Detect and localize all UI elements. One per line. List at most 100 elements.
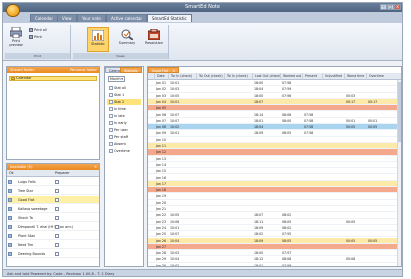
grid-scrollbar[interactable] <box>397 80 401 266</box>
statistic-item-icon <box>109 86 113 90</box>
table-cell: 18:12 <box>254 257 264 262</box>
table-cell <box>302 93 322 99</box>
calendar-item-label: Tree Star <box>18 189 34 193</box>
calendar-item[interactable]: Dimpanell T. else (Hf S. (on arrr.) <box>7 223 99 231</box>
table-cell: Jan 02 <box>156 87 166 92</box>
calendar-checkbox[interactable] <box>55 225 59 229</box>
statistic-item-icon <box>109 128 113 132</box>
table-cell: 00:05 <box>368 238 378 243</box>
statistic-item[interactable]: Overtime <box>107 148 141 154</box>
tab-smarted-statistic[interactable]: SmartEd Statistic <box>147 14 192 22</box>
ribbon-group-views: Statistic Summary Resolution Views <box>73 25 169 59</box>
grid-column-header[interactable]: Tsl Out (check) <box>196 73 224 80</box>
statistic-icon <box>92 30 104 41</box>
table-cell <box>302 187 322 193</box>
table-cell: 10:01 <box>170 225 180 230</box>
grid-column-header[interactable]: Date <box>154 73 168 80</box>
calendar-item[interactable]: Luigu Falls <box>7 178 99 186</box>
grid-column-header[interactable]: Present <box>302 73 322 80</box>
calendar-checkbox[interactable] <box>55 189 59 193</box>
table-cell <box>322 212 344 218</box>
table-cell <box>196 105 224 111</box>
table-cell: Jan 04 <box>156 99 166 104</box>
statistic-item[interactable]: In late <box>107 113 141 119</box>
table-cell: Jan 10 <box>156 137 166 142</box>
app-menu-button[interactable] <box>6 4 20 17</box>
statistic-item[interactable]: Absent <box>107 141 141 147</box>
maximize-button[interactable]: □ <box>387 4 394 10</box>
calendar-checkbox[interactable] <box>55 198 59 202</box>
print-small-icon <box>29 28 33 32</box>
table-cell <box>302 193 322 199</box>
close-button[interactable]: ✕ <box>394 4 401 10</box>
table-cell <box>366 105 388 111</box>
grid-column-header[interactable]: Last Out (check) <box>252 73 280 80</box>
calendar-item[interactable]: Plant Stan <box>7 232 99 240</box>
folder-icon <box>11 77 15 80</box>
calendar-item[interactable]: Shock Ta <box>7 214 99 222</box>
calendar-checkbox[interactable] <box>55 216 59 220</box>
table-cell: 07:58 <box>282 81 292 85</box>
period-dropdown[interactable]: Month ▾ <box>108 76 125 82</box>
folder-item-calendar[interactable]: Calendar <box>9 76 97 81</box>
resolution-button[interactable]: Resolution <box>143 29 165 45</box>
table-cell: Jan 24 <box>156 225 166 230</box>
calendar-item[interactable]: Good Flat <box>7 196 99 204</box>
table-cell <box>322 263 344 266</box>
tab-calendar[interactable]: Calendar <box>30 14 58 22</box>
minimize-button[interactable]: – <box>380 4 387 10</box>
calendar-item[interactable]: Deering Bounds <box>7 250 99 258</box>
print-button[interactable]: Print <box>29 35 42 39</box>
table-cell <box>344 244 366 250</box>
table-cell: 10:05 <box>170 93 180 98</box>
statistic-item[interactable]: Stat 2 <box>107 99 141 105</box>
statistic-item[interactable]: Per user <box>107 127 141 133</box>
tab-statistic-panel[interactable]: Statistic <box>120 67 142 73</box>
print-preview-button[interactable]: Print preview <box>7 27 25 47</box>
statistic-item[interactable]: In time <box>107 106 141 112</box>
table-cell: 08:05 <box>282 131 292 136</box>
table-cell <box>224 200 252 206</box>
calendar-checkbox[interactable] <box>55 207 59 211</box>
calendar-icon <box>8 198 12 202</box>
table-cell <box>366 206 388 212</box>
statistic-item[interactable]: Stat all <box>107 85 141 91</box>
table-cell <box>344 206 366 212</box>
table-cell: Jan 25 <box>156 232 166 237</box>
grid-column-header[interactable]: Tsl In (check) <box>224 73 252 80</box>
grid-column-header[interactable]: Tsr In (check) <box>168 73 196 80</box>
calendar-item[interactable]: Neat Tim <box>7 241 99 249</box>
tab-your-note[interactable]: Your note <box>77 14 106 22</box>
table-row[interactable]: Jan 30 10:02 18:01 07:59 <box>148 262 401 266</box>
table-cell <box>322 181 344 187</box>
table-cell <box>366 187 388 193</box>
calendar-checkbox[interactable] <box>55 180 59 184</box>
calendar-checkbox[interactable] <box>55 252 59 256</box>
print-all-button[interactable]: Print all <box>29 28 47 32</box>
grid-column-header[interactable]: Worst time <box>344 73 366 80</box>
statistic-item[interactable]: Per staff <box>107 134 141 140</box>
table-cell <box>224 99 252 105</box>
calendar-item[interactable]: Tree Star <box>7 187 99 195</box>
grid-column-header[interactable]: Worked out <box>280 73 302 80</box>
scrollbar-thumb[interactable] <box>398 82 401 142</box>
calendar-checkbox[interactable] <box>55 234 59 238</box>
table-cell <box>366 168 388 174</box>
table-cell <box>322 250 344 256</box>
statistic-button[interactable]: Statistic <box>87 27 109 52</box>
statistic-item[interactable]: Stat 1 <box>107 92 141 98</box>
grid-column-header[interactable]: Overtime <box>366 73 388 80</box>
tab-view[interactable]: View <box>57 14 77 22</box>
tab-active-calendar[interactable]: Active calendar <box>106 14 148 22</box>
statistic-item-label: Absent <box>114 142 126 146</box>
summary-button[interactable]: Summary <box>117 29 137 45</box>
table-cell: 00:17 <box>368 99 378 104</box>
table-cell <box>302 86 322 92</box>
calendar-item[interactable]: Kallasa sweetage <box>7 205 99 213</box>
calendar-icon <box>8 243 12 247</box>
statistic-item[interactable]: In early <box>107 120 141 126</box>
grid-column-header[interactable]: Unjustified <box>322 73 344 80</box>
table-cell: 10:07 <box>170 112 180 117</box>
calendar-checkbox[interactable] <box>55 243 59 247</box>
table-cell <box>302 168 322 174</box>
